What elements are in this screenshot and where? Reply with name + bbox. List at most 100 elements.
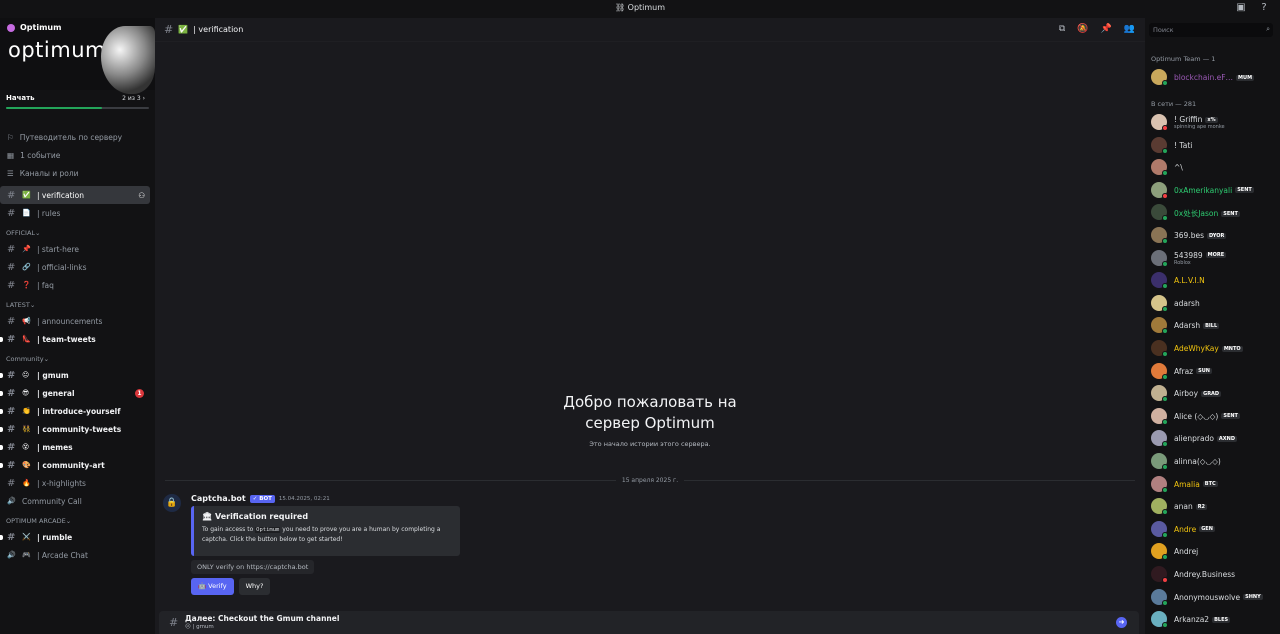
channel-item[interactable]: # 😐 | gmum xyxy=(0,366,150,384)
add-member-icon[interactable]: ⚇ xyxy=(138,191,145,200)
pin-icon[interactable]: 📌 xyxy=(1101,24,1112,34)
member-item[interactable]: Alice (◇◡◇) SENT xyxy=(1151,406,1276,426)
nav-item[interactable]: ▦ 1 событие xyxy=(0,146,155,164)
channel-item[interactable]: # 👯 | community-tweets xyxy=(0,420,150,438)
channel-item[interactable]: # 😵 | memes xyxy=(0,438,150,456)
member-item[interactable]: adarsh xyxy=(1151,293,1276,313)
channel-emoji: 🎨 xyxy=(22,461,31,469)
member-item[interactable]: 369.bes DYOR xyxy=(1151,225,1276,245)
channel-label: | x-highlights xyxy=(37,478,86,488)
channel-item[interactable]: # ⚔️ | rumble xyxy=(0,528,150,546)
member-group-header: В сети — 281 xyxy=(1151,100,1197,108)
unread-indicator xyxy=(0,391,3,396)
nav-item[interactable]: ☰ Каналы и роли xyxy=(0,164,155,182)
server-banner[interactable]: Optimum ⌄ optimum xyxy=(0,18,155,94)
member-name: Airboy xyxy=(1174,389,1199,399)
member-tag: SHNY xyxy=(1243,594,1263,601)
member-item[interactable]: Andre GEN xyxy=(1151,519,1276,539)
member-item[interactable]: AdeWhyKay MNTO xyxy=(1151,338,1276,358)
channel-item[interactable]: 🔊 Community Call xyxy=(0,492,150,510)
server-name[interactable]: Optimum xyxy=(7,23,61,32)
channel-item[interactable]: # 📄 | rules xyxy=(0,204,150,222)
category-header[interactable]: Community ⌄ xyxy=(0,348,155,366)
member-name: alienprado xyxy=(1174,434,1214,444)
bot-avatar[interactable]: 🔒 xyxy=(163,494,181,512)
channel-item[interactable]: 🔊 🎮 | Arcade Chat xyxy=(0,546,150,564)
member-item[interactable]: ! Griffin x% spinning ape monke xyxy=(1151,112,1276,132)
next-step-bar[interactable]: # Далее: Checkout the Gmum channel 😐 | g… xyxy=(159,611,1139,634)
member-item[interactable]: Amalia BTC xyxy=(1151,474,1276,494)
banner-graphic xyxy=(101,26,155,94)
signpost-icon: ⚐ xyxy=(7,132,14,142)
status-indicator xyxy=(1162,328,1168,335)
member-name: blockchain.eF… xyxy=(1174,73,1234,82)
member-list-icon[interactable]: 👥 xyxy=(1124,24,1135,34)
hash-icon: # xyxy=(7,459,16,471)
why-button[interactable]: Why? xyxy=(238,578,271,595)
member-item[interactable]: Andrej xyxy=(1151,541,1276,561)
member-item[interactable]: ^\ xyxy=(1151,157,1276,177)
channel-item[interactable]: # 🎨 | community-art xyxy=(0,456,150,474)
member-item[interactable]: 0xAmerikanyali SENT xyxy=(1151,180,1276,200)
channel-header: # ✅ | verification ⧉ 🔕 📌 👥 xyxy=(155,18,1145,42)
channel-item[interactable]: # 😎 | general 1 xyxy=(0,384,150,402)
verify-button[interactable]: 🤖 Verify xyxy=(191,578,234,595)
member-name-row: ^\ xyxy=(1174,163,1183,172)
channel-label: Community Call xyxy=(22,496,82,506)
author-name[interactable]: Captcha.bot xyxy=(191,494,246,503)
threads-icon[interactable]: ⧉ xyxy=(1059,24,1065,34)
channel-label: | start-here xyxy=(37,244,79,254)
channel-emoji: 🔗 xyxy=(22,263,31,271)
title-bar: ⛓ Optimum ▣ ? xyxy=(0,0,1280,18)
member-item[interactable]: ! Tati xyxy=(1151,135,1276,155)
channel-item[interactable]: # 👠 | team-tweets xyxy=(0,330,150,348)
category-header[interactable]: OPTIMUM ARCADE ⌄ xyxy=(0,510,155,528)
channel-item[interactable]: # 👏 | introduce-yourself xyxy=(0,402,150,420)
channel-item[interactable]: # 📢 | announcements xyxy=(0,312,150,330)
category-header[interactable]: OFFICIAL ⌄ xyxy=(0,222,155,240)
status-indicator xyxy=(1162,125,1168,131)
channel-emoji: 🔥 xyxy=(22,479,31,487)
member-item[interactable]: Andrey.Business xyxy=(1151,564,1276,584)
progress-bar xyxy=(6,107,149,109)
member-item[interactable]: alienprado AXND xyxy=(1151,428,1276,448)
channel-item[interactable]: # 🔗 | official-links xyxy=(0,258,150,276)
bot-badge: ✓ BOT xyxy=(249,494,275,503)
member-item[interactable]: A.L.V.I.N xyxy=(1151,270,1276,290)
member-item[interactable]: Adarsh BILL xyxy=(1151,315,1276,335)
member-name: Afraz xyxy=(1174,366,1194,376)
channel-label: | community-tweets xyxy=(37,424,122,434)
arrow-right-icon[interactable]: ➜ xyxy=(1116,617,1127,628)
member-name: ! Tati xyxy=(1174,140,1193,150)
member-item[interactable]: 0x处长Jason SENT xyxy=(1151,202,1276,222)
member-item[interactable]: Airboy GRAD xyxy=(1151,383,1276,403)
channels-roles-icon: ☰ xyxy=(7,168,14,178)
member-tag: GEN xyxy=(1199,526,1215,533)
channel-item[interactable]: # ✅ | verification ⚇ xyxy=(0,186,150,204)
member-item[interactable]: Arkanza2 BLES xyxy=(1151,609,1276,629)
channel-item[interactable]: # 🔥 | x-highlights xyxy=(0,474,150,492)
search-input[interactable]: Поиск ⌕ xyxy=(1149,23,1273,37)
category-header[interactable]: LATEST ⌄ xyxy=(0,294,155,312)
member-name: Adarsh xyxy=(1174,321,1201,331)
progress-fill xyxy=(6,107,102,109)
help-icon[interactable]: ? xyxy=(1258,2,1270,14)
inbox-icon[interactable]: ▣ xyxy=(1235,2,1247,14)
member-item[interactable]: alinna(◇◡◇) xyxy=(1151,451,1276,471)
onboarding-progress[interactable]: Начать 2 из 3 › xyxy=(0,90,155,126)
member-name-row: Andrey.Business xyxy=(1174,570,1235,579)
notification-bell-icon[interactable]: 🔕 xyxy=(1077,24,1088,34)
member-name-row: ! Tati xyxy=(1174,141,1192,150)
member-item[interactable]: Afraz SUN xyxy=(1151,361,1276,381)
channel-item[interactable]: # 📌 | start-here xyxy=(0,240,150,258)
channel-item[interactable]: # ❓ | faq xyxy=(0,276,150,294)
member-name: 0x处长Jason xyxy=(1174,209,1219,219)
member-item[interactable]: 543989 MORE Roblox xyxy=(1151,248,1276,268)
member-item[interactable]: anan R2 xyxy=(1151,496,1276,516)
status-indicator xyxy=(1162,531,1168,538)
chevron-down-icon: ⌄ xyxy=(65,517,72,525)
channel-emoji: 👏 xyxy=(22,407,31,415)
nav-item[interactable]: ⚐ Путеводитель по серверу xyxy=(0,128,155,146)
member-item[interactable]: Anonymouswolve SHNY xyxy=(1151,587,1276,607)
member-item[interactable]: blockchain.eF… MUM xyxy=(1151,67,1276,87)
